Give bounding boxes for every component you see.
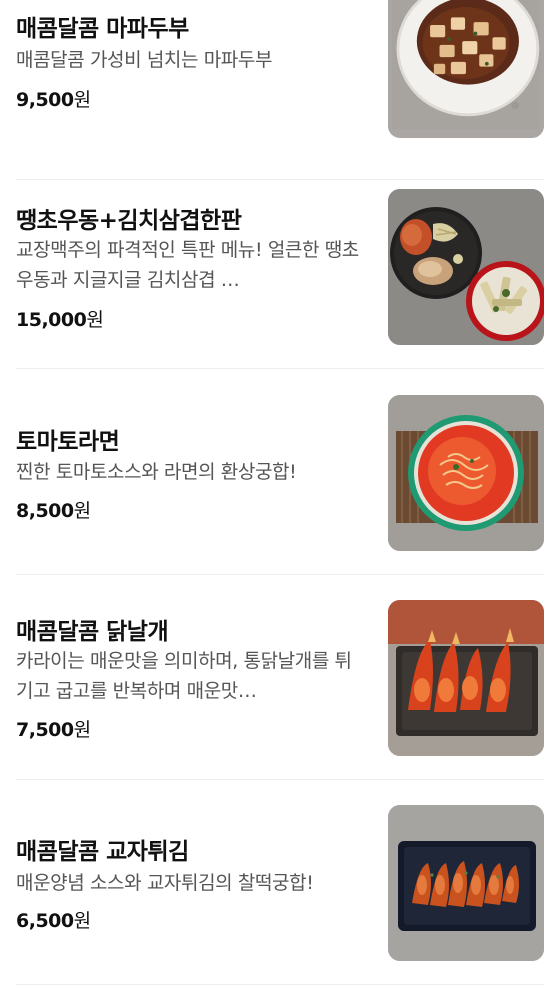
menu-item-title: 매콤달콤 닭날개 bbox=[16, 619, 169, 645]
currency-suffix: 원 bbox=[73, 719, 91, 741]
menu-item-title: 토마토라면 bbox=[16, 429, 120, 455]
menu-item-title: 땡초우동+김치삼겹한판 bbox=[16, 208, 242, 234]
menu-item-price: 15,000원 bbox=[16, 305, 104, 332]
chicken-wings-photo bbox=[388, 600, 544, 756]
menu-item-title: 매콤달콤 교자튀김 bbox=[16, 839, 189, 865]
menu-item-description: 카라이는 매운맛을 의미하며, 통닭날개를 튀기고 굽고를 반복하며 매운맛… bbox=[16, 650, 352, 702]
udon-kimchi-pork-photo bbox=[388, 189, 544, 345]
menu-item-chicken-wings[interactable]: 매콤달콤 닭날개 카라이는 매운맛을 의미하며, 통닭날개를 튀기고 굽고를 반… bbox=[16, 575, 544, 780]
menu-item-description: 찐한 토마토소스와 라면의 환상궁합! bbox=[16, 461, 297, 483]
tomato-ramen-photo bbox=[388, 395, 544, 551]
currency-suffix: 원 bbox=[73, 910, 91, 932]
currency-suffix: 원 bbox=[73, 89, 91, 111]
menu-item-price: 7,500원 bbox=[16, 715, 91, 742]
menu-item-description: 매운양념 소스와 교자튀김의 찰떡궁합! bbox=[16, 872, 314, 894]
price-value: 6,500 bbox=[16, 910, 74, 932]
price-value: 9,500 bbox=[16, 89, 74, 111]
currency-suffix: 원 bbox=[73, 500, 91, 522]
menu-item-description: 매콤달콤 가성비 넘치는 마파두부 bbox=[16, 49, 273, 71]
menu-item-mapo-tofu[interactable]: 매콤달콤 마파두부 매콤달콤 가성비 넘치는 마파두부 9,500원 bbox=[16, 0, 544, 180]
menu-item-tomato-ramen[interactable]: 토마토라면 찐한 토마토소스와 라면의 환상궁합! 8,500원 bbox=[16, 370, 544, 575]
menu-item-udon-kimchi-pork[interactable]: 땡초우동+김치삼겹한판 교장맥주의 파격적인 특판 메뉴! 얼큰한 땡초우동과 … bbox=[16, 164, 544, 369]
fried-gyoza-photo bbox=[388, 805, 544, 961]
currency-suffix: 원 bbox=[86, 309, 104, 331]
menu-item-price: 9,500원 bbox=[16, 85, 91, 112]
price-value: 7,500 bbox=[16, 719, 74, 741]
mapo-tofu-photo bbox=[388, 0, 544, 138]
menu-item-description: 교장맥주의 파격적인 특판 메뉴! 얼큰한 땡초우동과 지글지글 김치삼겹 … bbox=[16, 239, 359, 291]
menu-item-fried-gyoza[interactable]: 매콤달콤 교자튀김 매운양념 소스와 교자튀김의 찰떡궁합! 6,500원 bbox=[16, 780, 544, 985]
menu-item-price: 6,500원 bbox=[16, 906, 91, 933]
price-value: 8,500 bbox=[16, 500, 74, 522]
price-value: 15,000 bbox=[16, 309, 87, 331]
menu-item-title: 매콤달콤 마파두부 bbox=[16, 16, 189, 42]
menu-item-price: 8,500원 bbox=[16, 496, 91, 523]
